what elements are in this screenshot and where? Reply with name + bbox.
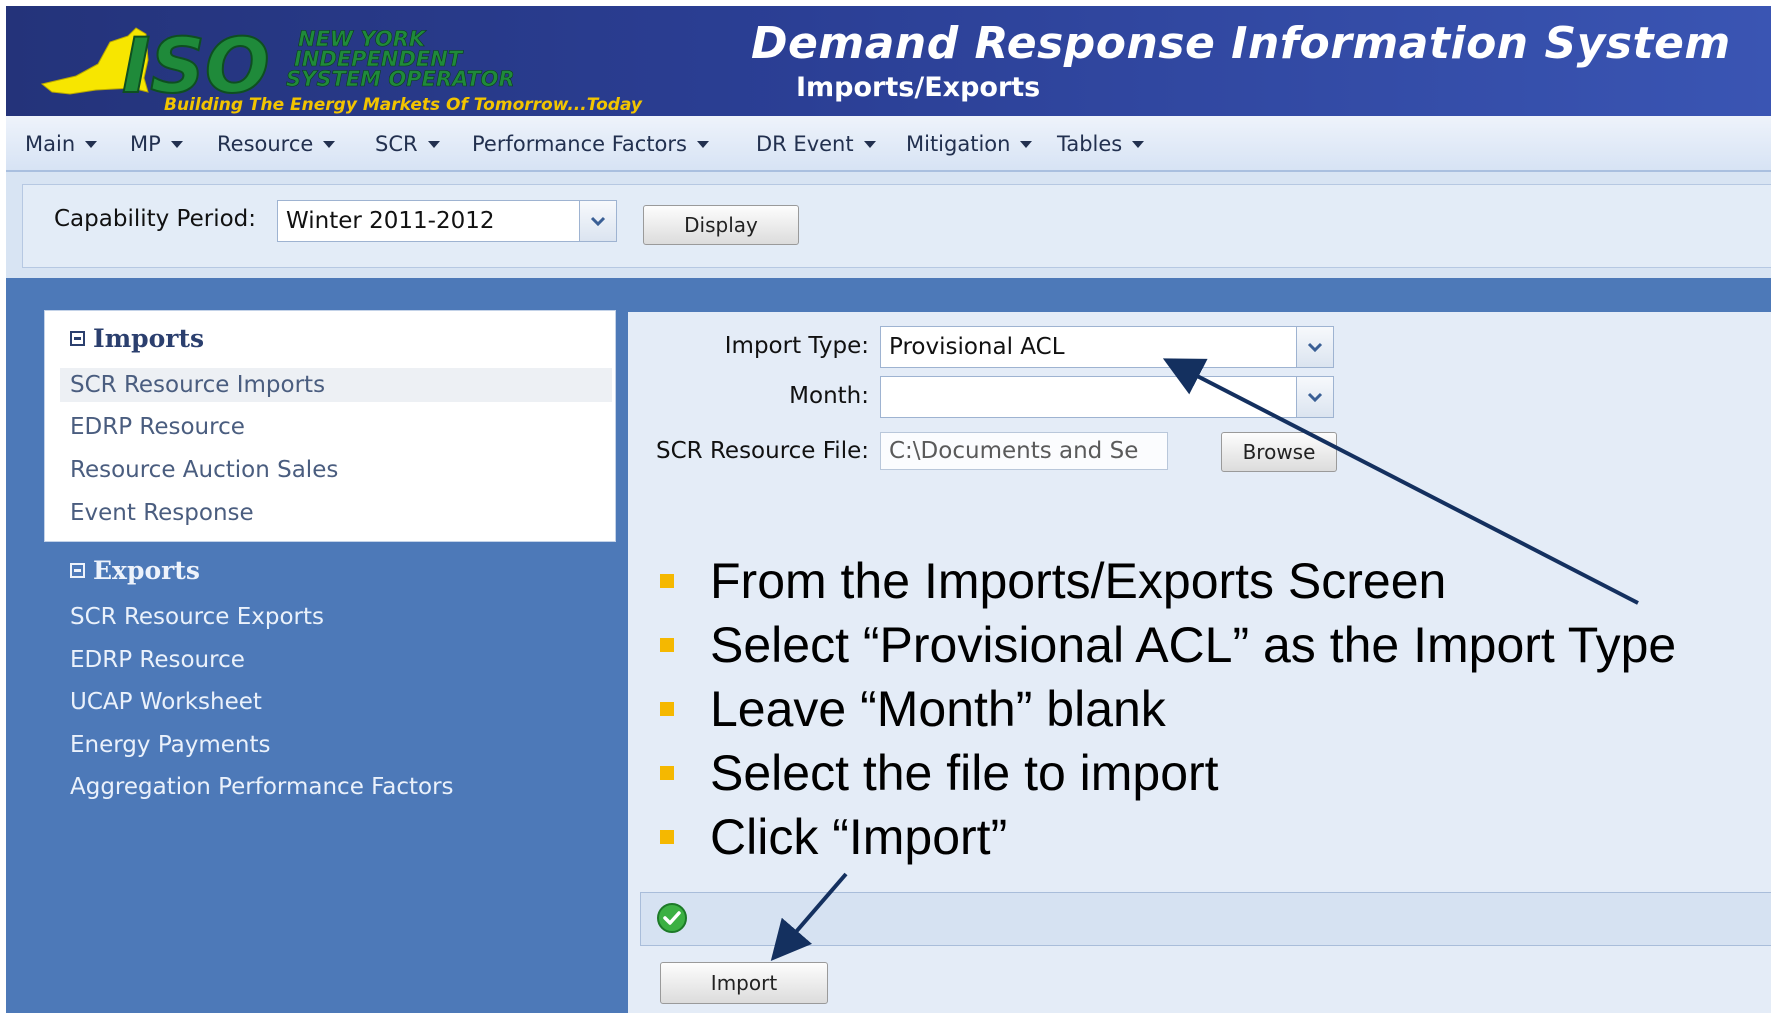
menu-resource[interactable]: Resource [217, 131, 336, 157]
status-bar [640, 892, 1771, 946]
sidebar-item-scr-resource-imports[interactable]: SCR Resource Imports [70, 372, 325, 398]
bullet-square-icon [660, 638, 674, 652]
bullet-square-icon [660, 766, 674, 780]
exports-heading: Exports [93, 556, 200, 585]
import-type-value: Provisional ACL [889, 334, 1065, 360]
bullet-square-icon [660, 574, 674, 588]
sidebar-item-ucap-worksheet[interactable]: UCAP Worksheet [70, 689, 262, 715]
browse-button[interactable]: Browse [1221, 432, 1337, 472]
exports-section-toggle[interactable]: Exports [70, 556, 200, 585]
svg-text:SYSTEM OPERATOR: SYSTEM OPERATOR [286, 67, 515, 91]
check-circle-icon [657, 903, 687, 933]
menu-tables-label: Tables [1057, 132, 1123, 156]
caret-down-icon [1020, 140, 1033, 148]
menu-main[interactable]: Main [25, 131, 98, 157]
menu-scr-label: SCR [375, 132, 418, 156]
collapse-icon[interactable] [70, 563, 85, 578]
menu-tables[interactable]: Tables [1057, 131, 1145, 157]
imports-heading: Imports [93, 324, 205, 353]
menu-mp[interactable]: MP [130, 131, 183, 157]
app-window: ISO NEW YORK INDEPENDENT SYSTEM OPERATOR… [0, 0, 1771, 1013]
instruction-text: From the Imports/Exports Screen [710, 553, 1447, 609]
sidebar-item-energy-payments[interactable]: Energy Payments [70, 732, 271, 758]
instruction-text: Leave “Month” blank [710, 681, 1166, 737]
chevron-down-icon[interactable] [1296, 377, 1333, 417]
caret-down-icon [1132, 140, 1145, 148]
menu-scr[interactable]: SCR [375, 131, 440, 157]
app-header: ISO NEW YORK INDEPENDENT SYSTEM OPERATOR… [6, 6, 1771, 116]
instruction-item: Leave “Month” blank [660, 680, 1166, 738]
capability-period-label: Capability Period: [54, 206, 257, 232]
sidebar-item-event-response[interactable]: Event Response [70, 500, 254, 526]
sidebar-item-resource-auction-sales[interactable]: Resource Auction Sales [70, 457, 338, 483]
instruction-item: Click “Import” [660, 808, 1007, 866]
instruction-item: Select the file to import [660, 744, 1219, 802]
collapse-icon[interactable] [70, 331, 85, 346]
scr-resource-file-label: SCR Resource File: [656, 438, 869, 464]
menu-mp-label: MP [130, 132, 161, 156]
menu-performance-factors[interactable]: Performance Factors [472, 131, 709, 157]
sidebar-item-edrp-resource-export[interactable]: EDRP Resource [70, 647, 245, 673]
instruction-text: Select the file to import [710, 745, 1219, 801]
instruction-text: Select “Provisional ACL” as the Import T… [710, 617, 1677, 673]
import-type-label: Import Type: [724, 333, 869, 359]
menu-resource-label: Resource [217, 132, 314, 156]
page-subtitle: Imports/Exports [796, 72, 1041, 103]
menu-mitigation[interactable]: Mitigation [906, 131, 1033, 157]
scr-resource-file-input[interactable]: C:\Documents and Se [880, 432, 1168, 470]
caret-down-icon [170, 140, 183, 148]
page-title: Demand Response Information System [751, 18, 1731, 69]
caret-down-icon [696, 140, 709, 148]
chevron-down-icon[interactable] [1296, 327, 1333, 367]
caret-down-icon [323, 140, 336, 148]
caret-down-icon [85, 140, 98, 148]
menu-performance-factors-label: Performance Factors [472, 132, 687, 156]
menu-main-label: Main [25, 132, 76, 156]
sidebar-item-edrp-resource-import[interactable]: EDRP Resource [70, 414, 245, 440]
main-menu-bar: Main MP Resource SCR Performance Factors… [6, 116, 1771, 172]
instruction-text: Click “Import” [710, 809, 1008, 865]
sidebar-item-scr-resource-exports[interactable]: SCR Resource Exports [70, 604, 324, 630]
instruction-item: Select “Provisional ACL” as the Import T… [660, 616, 1676, 674]
capability-bar [6, 172, 1771, 278]
month-label: Month: [789, 383, 869, 409]
import-type-select[interactable]: Provisional ACL [880, 326, 1334, 368]
nyiso-logo: ISO NEW YORK INDEPENDENT SYSTEM OPERATOR… [40, 20, 643, 115]
capability-period-select[interactable]: Winter 2011-2012 [277, 200, 617, 242]
sidebar-item-aggregation-performance-factors[interactable]: Aggregation Performance Factors [70, 774, 454, 800]
menu-dr-event[interactable]: DR Event [756, 131, 876, 157]
capability-period-value: Winter 2011-2012 [286, 208, 495, 234]
imports-section-toggle[interactable]: Imports [70, 324, 204, 353]
bullet-square-icon [660, 830, 674, 844]
month-select[interactable] [880, 376, 1334, 418]
chevron-down-icon[interactable] [579, 201, 616, 241]
bullet-square-icon [660, 702, 674, 716]
caret-down-icon [863, 140, 876, 148]
caret-down-icon [427, 140, 440, 148]
menu-dr-event-label: DR Event [756, 132, 854, 156]
display-button[interactable]: Display [643, 205, 799, 245]
menu-mitigation-label: Mitigation [906, 132, 1011, 156]
import-button[interactable]: Import [660, 962, 828, 1004]
instruction-item: From the Imports/Exports Screen [660, 552, 1446, 610]
svg-text:Building The Energy Markets Of: Building The Energy Markets Of Tomorrow.… [164, 95, 643, 115]
